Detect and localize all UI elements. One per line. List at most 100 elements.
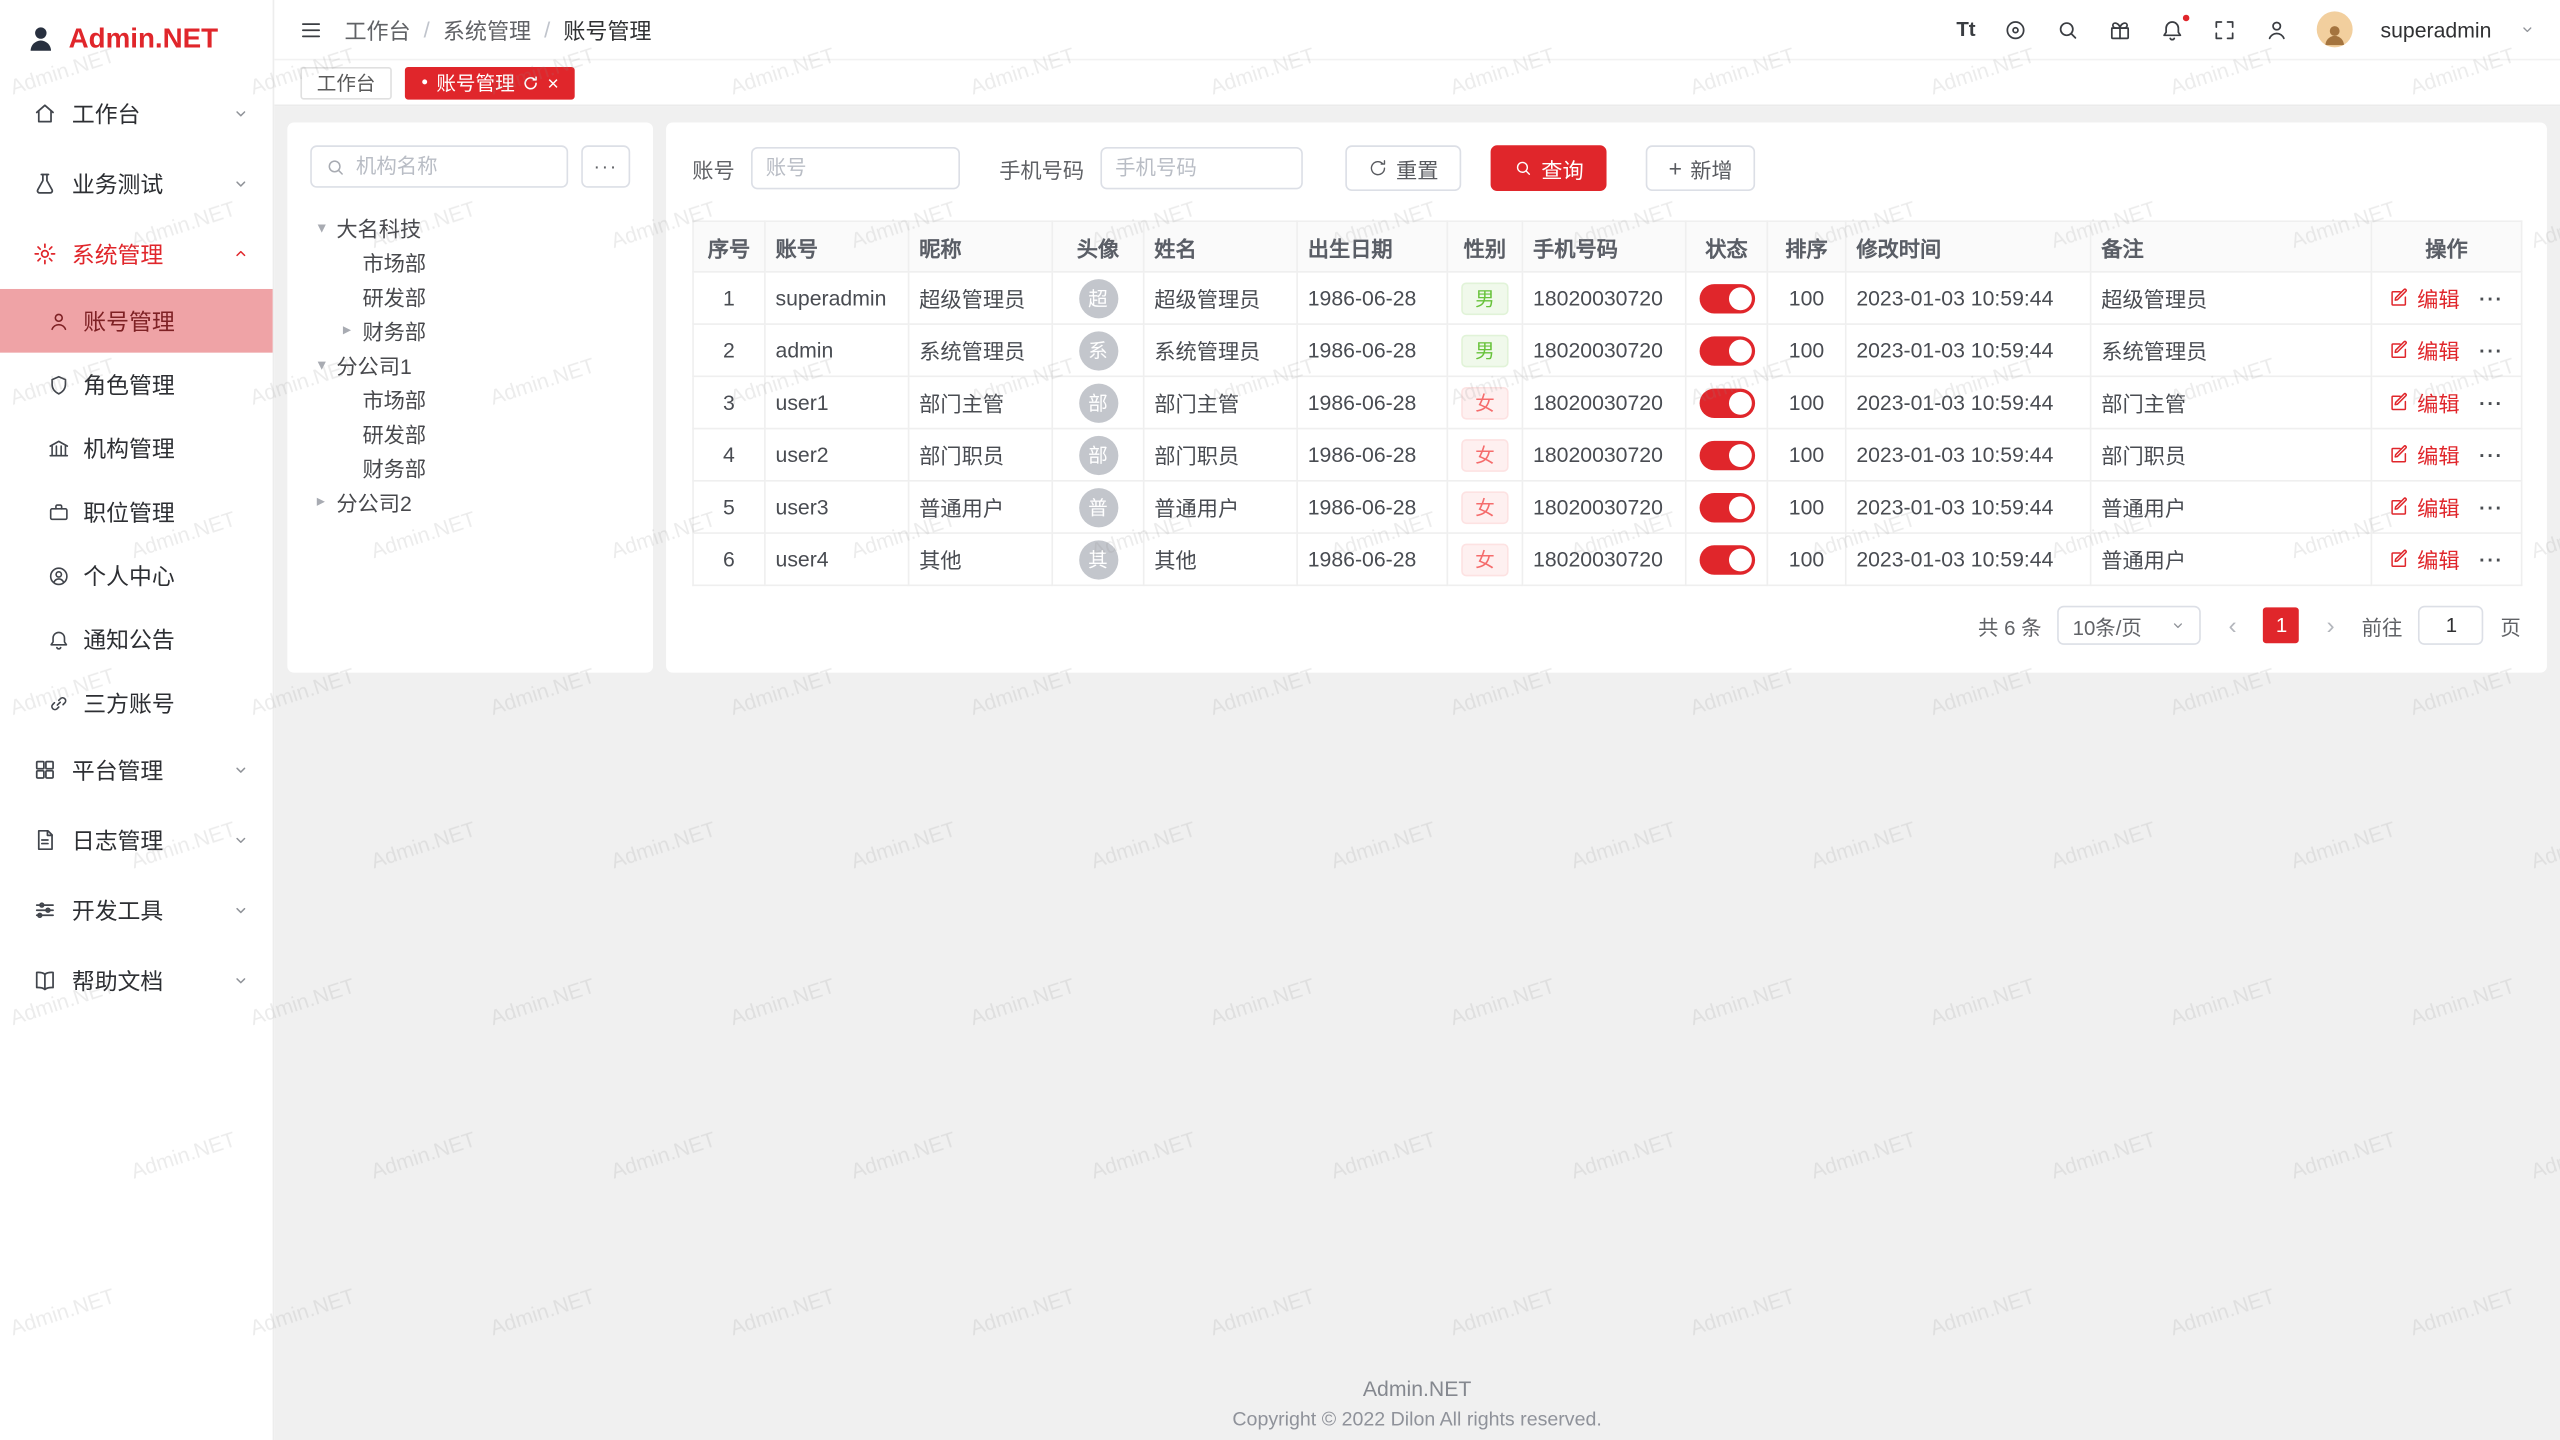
refresh-icon[interactable] <box>523 74 539 90</box>
caret-collapsed-icon[interactable]: ▸ <box>310 494 331 510</box>
cell-phone: 18020030720 <box>1522 272 1685 324</box>
page-number-button[interactable]: 1 <box>2264 607 2300 643</box>
cell-modified: 2023-01-03 10:59:44 <box>1846 324 2091 376</box>
sidebar-item-help-docs[interactable]: 帮助文档 <box>0 945 273 1015</box>
edit-button[interactable]: 编辑 <box>2389 491 2459 522</box>
cell-remark: 系统管理员 <box>2091 324 2372 376</box>
sidebar-item-workbench[interactable]: 工作台 <box>0 78 273 148</box>
sidebar-item-log-management[interactable]: 日志管理 <box>0 805 273 875</box>
close-icon[interactable]: × <box>547 73 558 93</box>
cell-avatar: 系 <box>1052 324 1143 376</box>
status-toggle[interactable] <box>1699 544 1755 573</box>
fullscreen-icon[interactable] <box>2212 17 2236 41</box>
sidebar-item-org-management[interactable]: 机构管理 <box>0 416 273 480</box>
cell-birthdate: 1986-06-28 <box>1297 376 1447 428</box>
row-more-button[interactable]: ··· <box>2479 339 2503 362</box>
tab-label: 工作台 <box>317 69 376 97</box>
reset-button[interactable]: 重置 <box>1345 145 1461 191</box>
edit-button[interactable]: 编辑 <box>2389 439 2459 470</box>
tab-workbench[interactable]: 工作台 <box>300 66 391 99</box>
status-toggle[interactable] <box>1699 492 1755 521</box>
org-tree-toolbar: ··· <box>310 145 630 187</box>
cell-remark: 普通用户 <box>2091 481 2372 533</box>
tree-node[interactable]: 研发部 <box>310 279 630 313</box>
tree-node[interactable]: ▸ 财务部 <box>310 313 630 347</box>
tree-node[interactable]: 财务部 <box>310 451 630 485</box>
row-more-button[interactable]: ··· <box>2479 287 2503 310</box>
status-toggle[interactable] <box>1699 336 1755 365</box>
sidebar-item-profile-center[interactable]: 个人中心 <box>0 544 273 608</box>
sliders-icon <box>33 898 57 922</box>
sidebar-item-label: 日志管理 <box>72 824 163 857</box>
prev-page-button[interactable]: ‹ <box>2218 613 2247 637</box>
sidebar-item-label: 账号管理 <box>83 304 174 337</box>
plus-icon: + <box>1669 157 1682 180</box>
tree-node[interactable]: ▸ 大名科技 <box>310 211 630 245</box>
caret-expanded-icon[interactable]: ▸ <box>313 217 329 238</box>
sidebar-item-position-management[interactable]: 职位管理 <box>0 480 273 544</box>
cell-status <box>1686 272 1768 324</box>
sidebar-item-business-test[interactable]: 业务测试 <box>0 149 273 219</box>
tree-node[interactable]: ▸ 分公司2 <box>310 485 630 519</box>
cell-modified: 2023-01-03 10:59:44 <box>1846 272 2091 324</box>
sidebar-menu: 工作台 业务测试 系统管理 账号管理 角色管理 <box>0 78 273 1015</box>
row-more-button[interactable]: ··· <box>2479 391 2503 414</box>
breadcrumb-item[interactable]: 系统管理 <box>443 13 531 46</box>
brand-logo[interactable]: Admin.NET <box>0 0 273 78</box>
link-icon <box>47 691 70 714</box>
org-more-button[interactable]: ··· <box>581 145 630 187</box>
tree-node-label: 研发部 <box>362 418 426 449</box>
sidebar-item-dev-tools[interactable]: 开发工具 <box>0 875 273 945</box>
font-size-icon[interactable]: Tt <box>1956 19 1975 39</box>
status-toggle[interactable] <box>1699 388 1755 417</box>
theme-icon[interactable] <box>2003 17 2027 41</box>
tree-node[interactable]: 市场部 <box>310 382 630 416</box>
caret-expanded-icon[interactable]: ▸ <box>313 354 329 375</box>
edit-button[interactable]: 编辑 <box>2389 335 2459 366</box>
person-icon[interactable] <box>2265 17 2289 41</box>
gift-icon[interactable] <box>2108 17 2132 41</box>
row-more-button[interactable]: ··· <box>2479 496 2503 519</box>
col-header: 操作 <box>2371 221 2521 272</box>
chevron-down-icon <box>232 761 250 779</box>
page-size-select[interactable]: 10条/页 <box>2058 606 2202 645</box>
tree-node[interactable]: 市场部 <box>310 245 630 279</box>
sidebar-item-role-management[interactable]: 角色管理 <box>0 353 273 417</box>
search-button[interactable]: 查询 <box>1491 145 1607 191</box>
cell-gender: 女 <box>1447 376 1522 428</box>
cell-modified: 2023-01-03 10:59:44 <box>1846 533 2091 585</box>
edit-button[interactable]: 编辑 <box>2389 544 2459 575</box>
user-avatar[interactable] <box>2317 11 2353 47</box>
edit-label: 编辑 <box>2417 439 2459 470</box>
home-icon <box>33 101 57 125</box>
notification-bell-wrapper[interactable] <box>2160 17 2184 41</box>
phone-input[interactable] <box>1100 147 1302 189</box>
tab-account-management[interactable]: ● 账号管理 × <box>405 66 575 99</box>
cell-no: 1 <box>693 272 765 324</box>
edit-button[interactable]: 编辑 <box>2389 282 2459 313</box>
caret-collapsed-icon[interactable]: ▸ <box>336 322 357 338</box>
goto-page-input[interactable] <box>2419 606 2484 645</box>
account-input[interactable] <box>751 147 960 189</box>
search-icon[interactable] <box>2056 17 2080 41</box>
next-page-button[interactable]: › <box>2316 613 2345 637</box>
edit-button[interactable]: 编辑 <box>2389 387 2459 418</box>
status-toggle[interactable] <box>1699 440 1755 469</box>
sidebar-item-third-party-account[interactable]: 三方账号 <box>0 671 273 735</box>
cell-nickname: 其他 <box>909 533 1053 585</box>
sidebar-item-system-management[interactable]: 系统管理 <box>0 219 273 289</box>
hamburger-menu-icon[interactable] <box>299 17 323 41</box>
sidebar-item-notice[interactable]: 通知公告 <box>0 607 273 671</box>
row-more-button[interactable]: ··· <box>2479 443 2503 466</box>
sidebar-item-platform-management[interactable]: 平台管理 <box>0 735 273 805</box>
add-button[interactable]: + 新增 <box>1646 145 1756 191</box>
edit-pencil-icon <box>2389 549 2410 570</box>
status-toggle[interactable] <box>1699 283 1755 312</box>
tree-node[interactable]: ▸ 分公司1 <box>310 348 630 382</box>
tree-node[interactable]: 研发部 <box>310 416 630 450</box>
org-search-input[interactable] <box>356 155 554 178</box>
sidebar-item-account-management[interactable]: 账号管理 <box>0 289 273 353</box>
username[interactable]: superadmin <box>2381 17 2492 41</box>
breadcrumb-item[interactable]: 工作台 <box>344 13 410 46</box>
row-more-button[interactable]: ··· <box>2479 548 2503 571</box>
